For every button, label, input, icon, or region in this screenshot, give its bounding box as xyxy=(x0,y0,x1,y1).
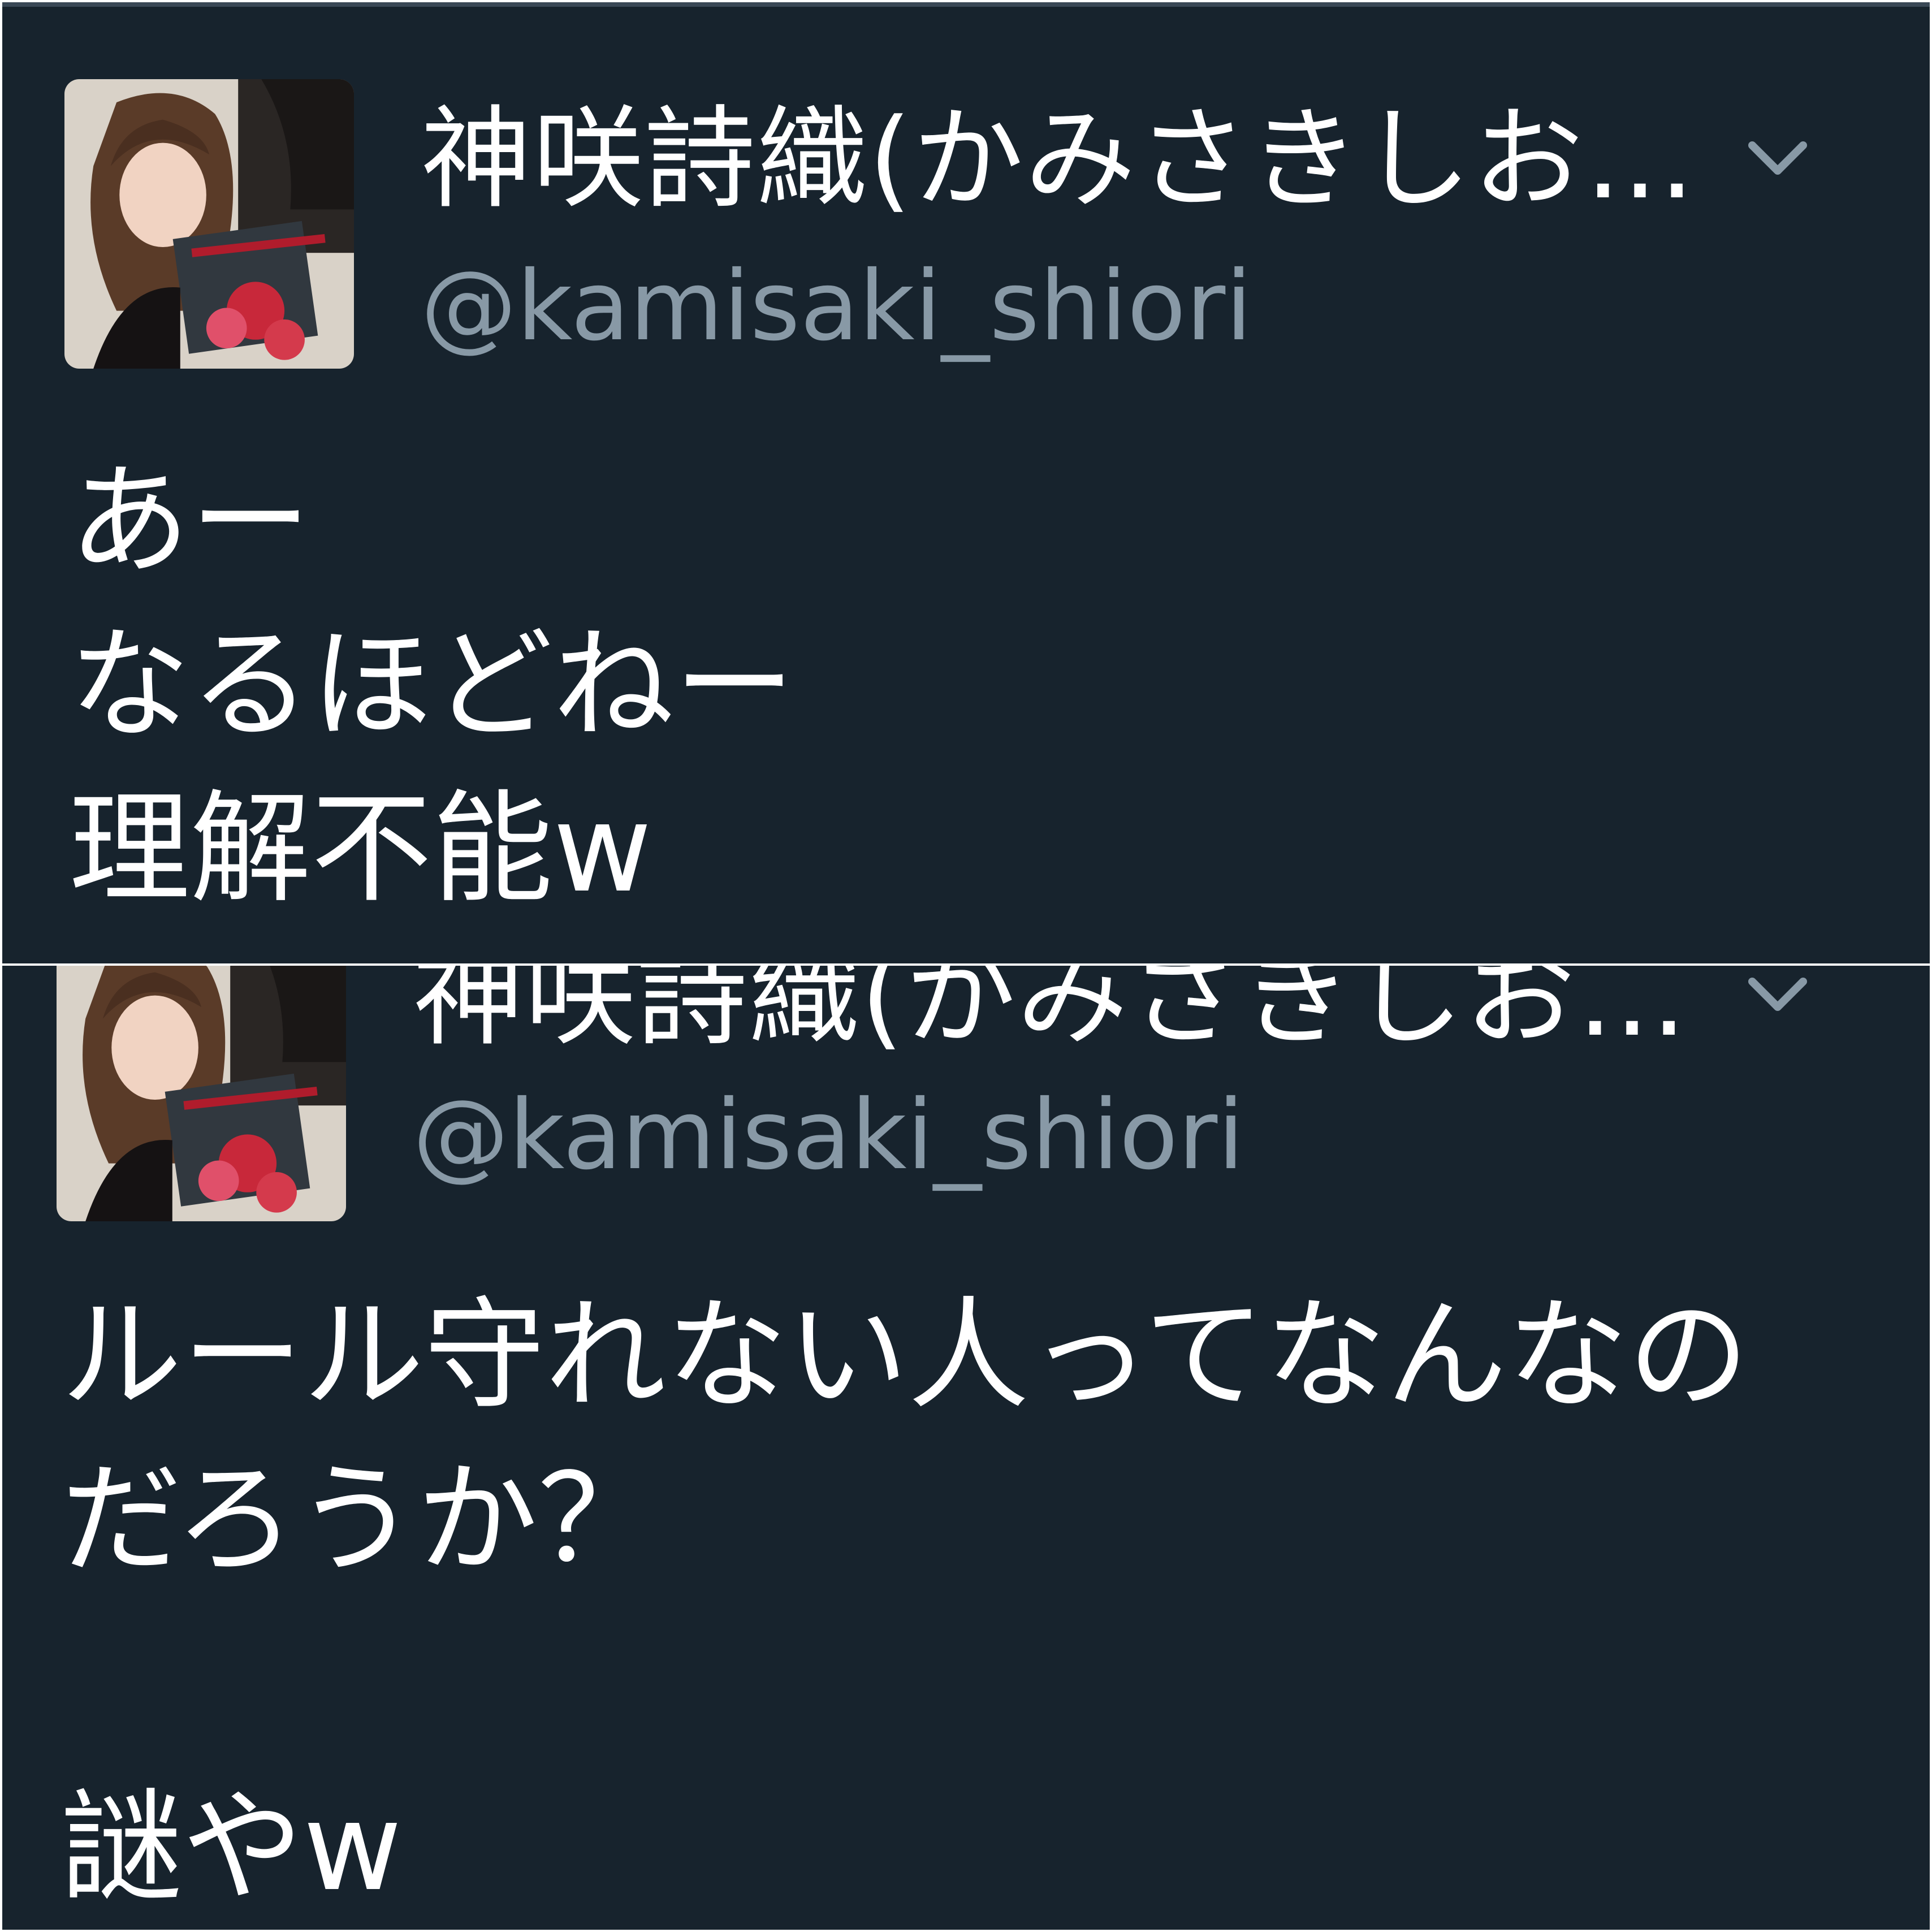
display-name[interactable]: 神咲詩織(かみさきしお… xyxy=(421,97,1696,222)
user-handle[interactable]: @kamisaki_shiori xyxy=(421,250,1252,363)
profile-avatar[interactable] xyxy=(64,79,354,369)
profile-avatar[interactable] xyxy=(57,966,346,1221)
chevron-down-icon[interactable] xyxy=(1747,134,1809,185)
avatar-photo-icon xyxy=(64,79,354,369)
tweet-text-line: なるほどねー xyxy=(69,615,795,755)
user-handle[interactable]: @kamisaki_shiori xyxy=(413,1079,1244,1192)
tweet-card-2: 神咲詩織(かみさきしお… @kamisaki_shiori ルール守れない人って… xyxy=(2,966,1930,1930)
tweet-text-line: だろうか？ xyxy=(61,1449,659,1590)
tweet-text-line: 謎やw xyxy=(61,1777,403,1918)
tweet-text-line: あー xyxy=(69,451,311,591)
tweet-text-line: ルール守れない人ってなんなの xyxy=(61,1285,1749,1426)
chevron-down-icon[interactable] xyxy=(1747,970,1809,1021)
tweet-card-1: 神咲詩織(かみさきしお… @kamisaki_shiori あー なるほどねー … xyxy=(2,2,1930,963)
avatar-photo-icon xyxy=(57,966,346,1221)
tweet-text-line: 理解不能w xyxy=(69,779,652,919)
display-name[interactable]: 神咲詩織(かみさきしお… xyxy=(413,966,1688,1059)
